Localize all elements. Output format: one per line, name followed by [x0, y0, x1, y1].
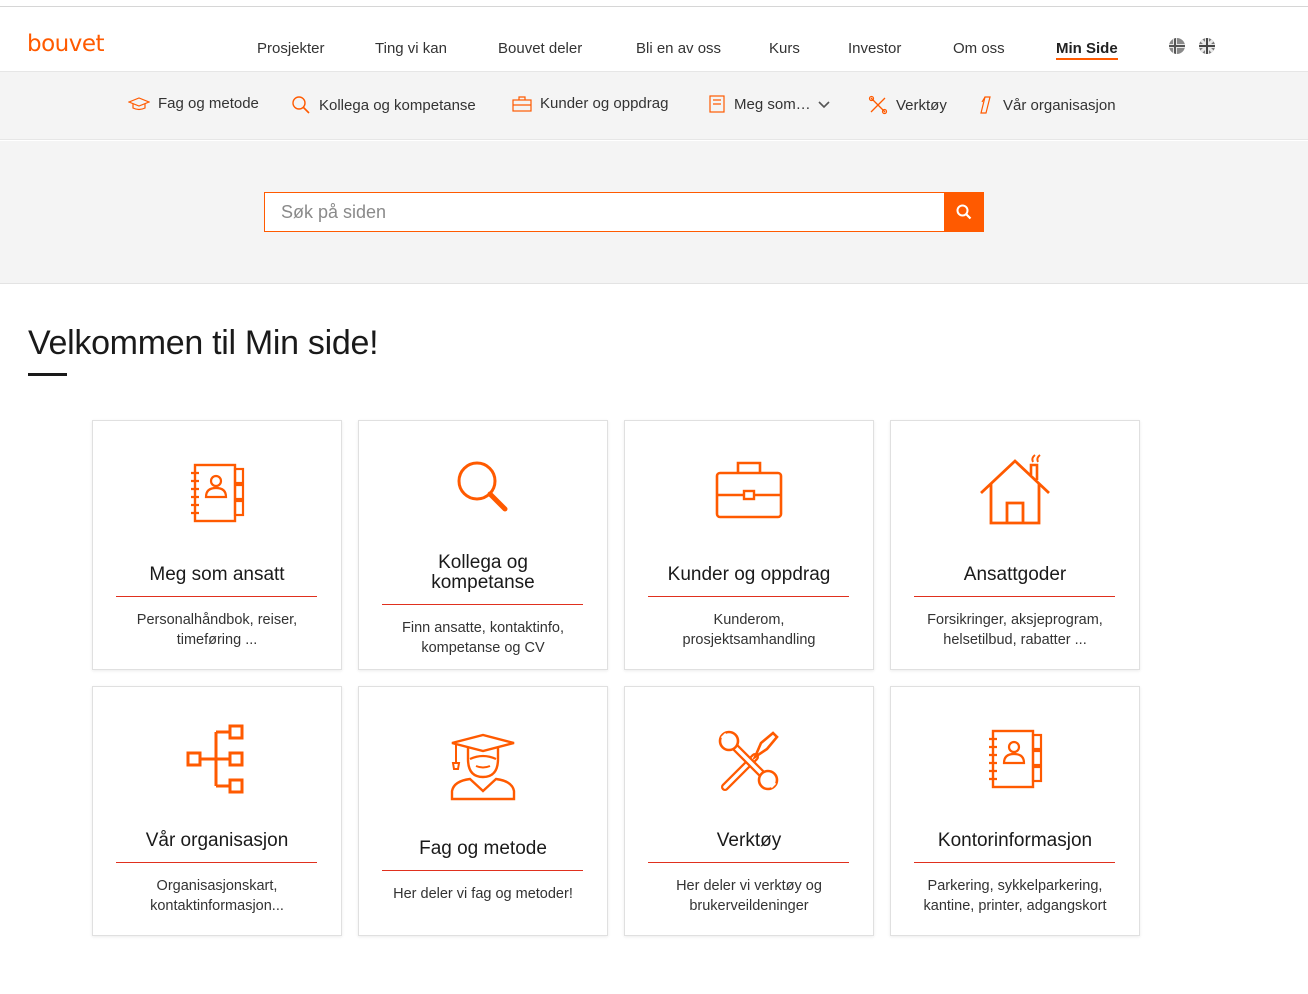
- address-book-icon: [709, 95, 725, 113]
- card-meg-som-ansatt[interactable]: Meg som ansatt Personalhåndbok, reiser, …: [92, 420, 342, 670]
- card-title: Fag og metode: [419, 838, 547, 859]
- subnav-label: Meg som…: [734, 95, 811, 113]
- card-kollega-og-kompetanse[interactable]: Kollega og kompetanse Finn ansatte, kont…: [358, 420, 608, 670]
- subnav-fag-og-metode[interactable]: Fag og metode: [128, 95, 259, 112]
- search-icon: [956, 204, 972, 220]
- card-title: Vår organisasjon: [145, 830, 289, 851]
- nav-bli-en-av-oss[interactable]: Bli en av oss: [636, 40, 721, 57]
- card-divider: [116, 862, 317, 863]
- card-title: Kontorinformasjon: [937, 830, 1093, 851]
- card-description-line: Parkering, sykkelparkering,: [927, 878, 1103, 894]
- card-description: Finn ansatte, kontaktinfo, kompetanse og…: [369, 618, 597, 658]
- subnav-label: Kollega og kompetanse: [319, 96, 476, 114]
- card-title: Kunder og oppdrag: [667, 564, 831, 585]
- card-title: Kollega og kompetanse: [359, 553, 607, 593]
- search-button[interactable]: [944, 192, 984, 232]
- title-underline: [28, 373, 67, 376]
- subnav-kollega-og-kompetanse[interactable]: Kollega og kompetanse: [291, 95, 476, 115]
- norwegian-flag-icon[interactable]: [1169, 38, 1185, 54]
- card-description-line: kompetanse og CV: [421, 640, 545, 656]
- subnav-kunder-og-oppdrag[interactable]: Kunder og oppdrag: [512, 95, 668, 112]
- card-divider: [914, 862, 1115, 863]
- nav-investor[interactable]: Investor: [848, 40, 901, 57]
- subnav-verktoy[interactable]: Verktøy: [868, 95, 947, 115]
- card-description-line: Her deler vi fag og metoder!: [393, 886, 573, 902]
- card-description-line: helsetilbud, rabatter ...: [943, 632, 1087, 648]
- subnav-var-organisasjon[interactable]: Vår organisasjon: [977, 95, 1116, 115]
- briefcase-icon: [512, 95, 532, 112]
- card-description: Personalhåndbok, reiser, timeføring ...: [103, 610, 331, 650]
- card-description-line: Her deler vi verktøy og: [676, 878, 822, 894]
- card-kontorinformasjon[interactable]: Kontorinformasjon Parkering, sykkelparke…: [890, 686, 1140, 936]
- tools-icon: [868, 95, 888, 115]
- tools-icon: [625, 729, 873, 793]
- bouvet-logo[interactable]: bouvet: [27, 31, 105, 57]
- card-ansattgoder[interactable]: Ansattgoder Forsikringer, aksjeprogram, …: [890, 420, 1140, 670]
- subnav-label: Fag og metode: [158, 95, 259, 112]
- card-description-line: Organisasjonskart,: [156, 878, 278, 894]
- card-description-line: kantine, printer, adgangskort: [923, 898, 1107, 914]
- card-divider: [648, 862, 849, 863]
- card-var-organisasjon[interactable]: Vår organisasjon Organisasjonskart, kont…: [92, 686, 342, 936]
- page-title: Velkommen til Min side!: [28, 324, 379, 362]
- card-kunder-og-oppdrag[interactable]: Kunder og oppdrag Kunderom, prosjektsamh…: [624, 420, 874, 670]
- subnav-label: Kunder og oppdrag: [540, 95, 669, 112]
- card-description: Her deler vi fag og metoder!: [369, 884, 597, 904]
- card-title: Meg som ansatt: [149, 564, 285, 585]
- card-description: Organisasjonskart, kontaktinformasjon...: [103, 876, 331, 916]
- card-title: Ansattgoder: [963, 564, 1067, 585]
- sub-navigation: Fag og metode Kollega og kompetanse Kund…: [0, 72, 1308, 140]
- search-section: [0, 141, 1308, 284]
- chevron-down-icon: [818, 101, 830, 109]
- card-divider: [914, 596, 1115, 597]
- card-divider: [648, 596, 849, 597]
- address-book-icon: [891, 727, 1139, 791]
- card-title-line: kompetanse: [431, 572, 535, 593]
- uk-flag-icon[interactable]: [1199, 38, 1215, 54]
- nav-kurs[interactable]: Kurs: [769, 40, 800, 57]
- address-book-icon: [93, 461, 341, 525]
- search-input[interactable]: [264, 192, 945, 232]
- briefcase-icon: [625, 459, 873, 523]
- card-description: Her deler vi verktøy og brukerveildening…: [635, 876, 863, 916]
- house-icon: [891, 453, 1139, 525]
- card-description-line: Forsikringer, aksjeprogram,: [927, 612, 1103, 628]
- card-description-line: brukerveildeninger: [689, 898, 809, 914]
- card-divider: [382, 870, 583, 871]
- card-description: Parkering, sykkelparkering, kantine, pri…: [901, 876, 1129, 916]
- nav-ting-vi-kan[interactable]: Ting vi kan: [375, 40, 447, 57]
- card-description-line: Finn ansatte, kontaktinfo,: [401, 620, 564, 636]
- card-description-line: Kunderom,: [713, 612, 785, 628]
- nav-bouvet-deler[interactable]: Bouvet deler: [498, 40, 582, 57]
- card-description-line: timeføring ...: [176, 632, 258, 648]
- organization-icon: [980, 96, 991, 114]
- card-description-line: Personalhåndbok, reiser,: [136, 612, 298, 628]
- card-description-line: kontaktinformasjon...: [150, 898, 284, 914]
- subnav-meg-som[interactable]: Meg som…: [708, 95, 831, 113]
- card-verktoy[interactable]: Verktøy Her deler vi verktøy og brukerve…: [624, 686, 874, 936]
- card-description-line: prosjektsamhandling: [682, 632, 816, 648]
- search-icon: [292, 96, 310, 114]
- card-divider: [382, 604, 583, 605]
- organization-icon: [93, 723, 341, 797]
- nav-om-oss[interactable]: Om oss: [953, 40, 1005, 57]
- card-fag-og-metode[interactable]: Fag og metode Her deler vi fag og metode…: [358, 686, 608, 936]
- card-title: Verktøy: [716, 830, 782, 851]
- search-icon: [359, 457, 607, 517]
- card-divider: [116, 596, 317, 597]
- browser-top-edge: [0, 0, 1308, 7]
- top-navigation: bouvet Prosjekter Ting vi kan Bouvet del…: [0, 8, 1308, 72]
- graduation-icon: [359, 733, 607, 801]
- subnav-label: Vår organisasjon: [1003, 96, 1116, 114]
- subnav-label: Verktøy: [896, 96, 947, 114]
- card-description: Forsikringer, aksjeprogram, helsetilbud,…: [901, 610, 1129, 650]
- card-description: Kunderom, prosjektsamhandling: [635, 610, 863, 650]
- nav-prosjekter[interactable]: Prosjekter: [257, 40, 325, 57]
- graduation-cap-icon: [128, 96, 150, 110]
- nav-min-side[interactable]: Min Side: [1056, 40, 1118, 60]
- card-title-line: Kollega og: [438, 552, 528, 573]
